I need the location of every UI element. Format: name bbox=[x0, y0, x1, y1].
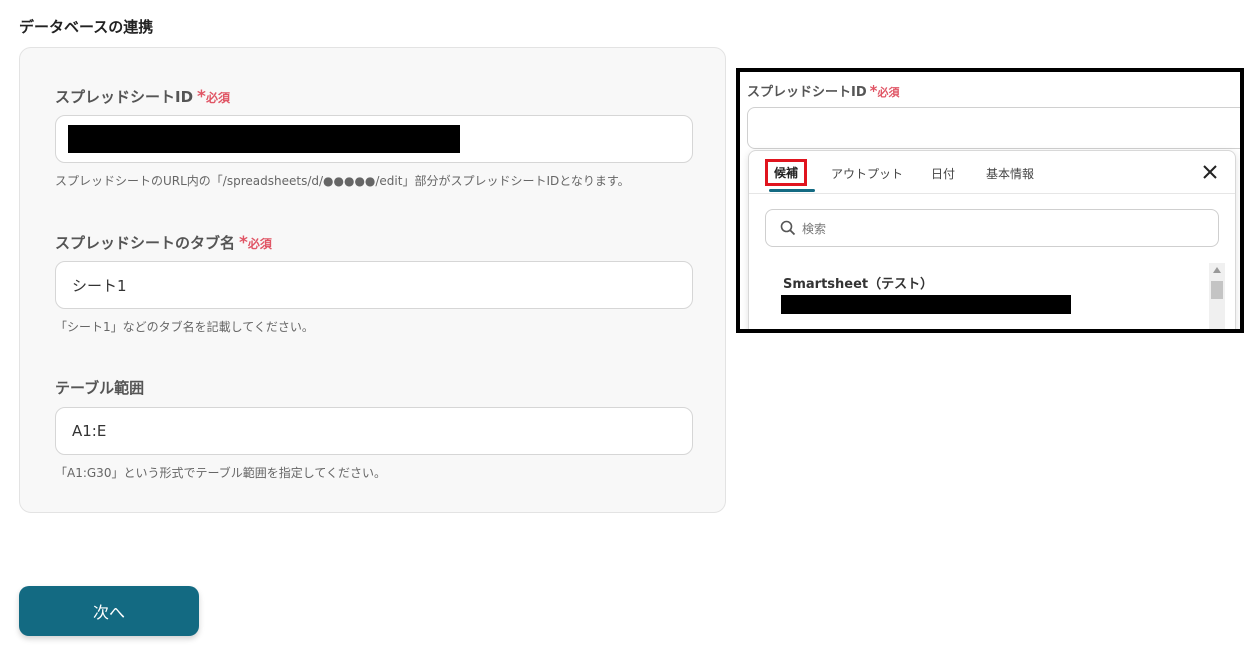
tab-output[interactable]: アウトプット bbox=[831, 165, 903, 182]
required-badge: 必須 bbox=[205, 91, 230, 105]
spreadsheet-id-label: スプレッドシートID *必須 bbox=[55, 86, 230, 107]
tab-name-value: シート1 bbox=[72, 276, 127, 295]
popup-tabs: 候補 アウトプット 日付 基本情報 bbox=[749, 151, 1235, 194]
tab-name-input[interactable]: シート1 bbox=[55, 261, 693, 309]
inset-spreadsheet-id-label: スプレッドシートID *必須 bbox=[747, 81, 900, 100]
tab-basic-info[interactable]: 基本情報 bbox=[986, 165, 1034, 182]
scroll-thumb[interactable] bbox=[1211, 281, 1223, 299]
suggestion-popup: 候補 アウトプット 日付 基本情報 検索 Smartsheet（テスト） bbox=[748, 150, 1236, 329]
spreadsheet-id-help: スプレッドシートのURL内の「/spreadsheets/d/●●●●●/edi… bbox=[55, 174, 630, 188]
spreadsheet-id-input[interactable] bbox=[55, 115, 693, 163]
required-badge: 必須 bbox=[877, 86, 900, 99]
next-button[interactable]: 次へ bbox=[19, 586, 199, 636]
result-title: Smartsheet（テスト） bbox=[783, 277, 934, 292]
inset-label-text: スプレッドシートID bbox=[747, 85, 867, 100]
tab-name-help: 「シート1」などのタブ名を記載してください。 bbox=[55, 320, 314, 334]
section-title: データベースの連携 bbox=[19, 18, 154, 36]
redacted-value bbox=[781, 295, 1071, 314]
table-range-input[interactable]: A1:E bbox=[55, 407, 693, 455]
required-badge: 必須 bbox=[247, 237, 272, 251]
table-range-label: テーブル範囲 bbox=[55, 379, 145, 397]
required-asterisk: * bbox=[239, 233, 248, 253]
active-tab-indicator bbox=[769, 189, 815, 192]
search-placeholder: 検索 bbox=[802, 221, 827, 236]
tab-name-label: スプレッドシートのタブ名 *必須 bbox=[55, 232, 272, 253]
spreadsheet-id-label-text: スプレッドシートID bbox=[55, 88, 194, 106]
tab-name-label-text: スプレッドシートのタブ名 bbox=[55, 234, 236, 252]
close-icon[interactable] bbox=[1201, 163, 1219, 181]
required-asterisk: * bbox=[869, 82, 878, 100]
inset-spreadsheet-id-input[interactable] bbox=[747, 107, 1240, 149]
search-input[interactable]: 検索 bbox=[765, 209, 1219, 247]
tab-candidates[interactable]: 候補 bbox=[765, 159, 808, 186]
table-range-help: 「A1:G30」という形式でテーブル範囲を指定してください。 bbox=[55, 466, 387, 480]
table-range-value: A1:E bbox=[72, 422, 107, 440]
form-card: スプレッドシートID *必須 スプレッドシートのURL内の「/spreadshee… bbox=[19, 47, 726, 513]
redacted-value bbox=[68, 125, 460, 153]
search-icon bbox=[780, 220, 796, 236]
tab-date[interactable]: 日付 bbox=[931, 165, 955, 182]
list-item[interactable]: Smartsheet（テスト） bbox=[781, 273, 1071, 318]
scroll-up-arrow-icon[interactable] bbox=[1213, 267, 1221, 273]
required-asterisk: * bbox=[197, 87, 206, 107]
scrollbar[interactable] bbox=[1209, 263, 1225, 329]
inset-screenshot: スプレッドシートID *必須 候補 アウトプット 日付 基本情報 検索 Smart… bbox=[736, 68, 1244, 333]
